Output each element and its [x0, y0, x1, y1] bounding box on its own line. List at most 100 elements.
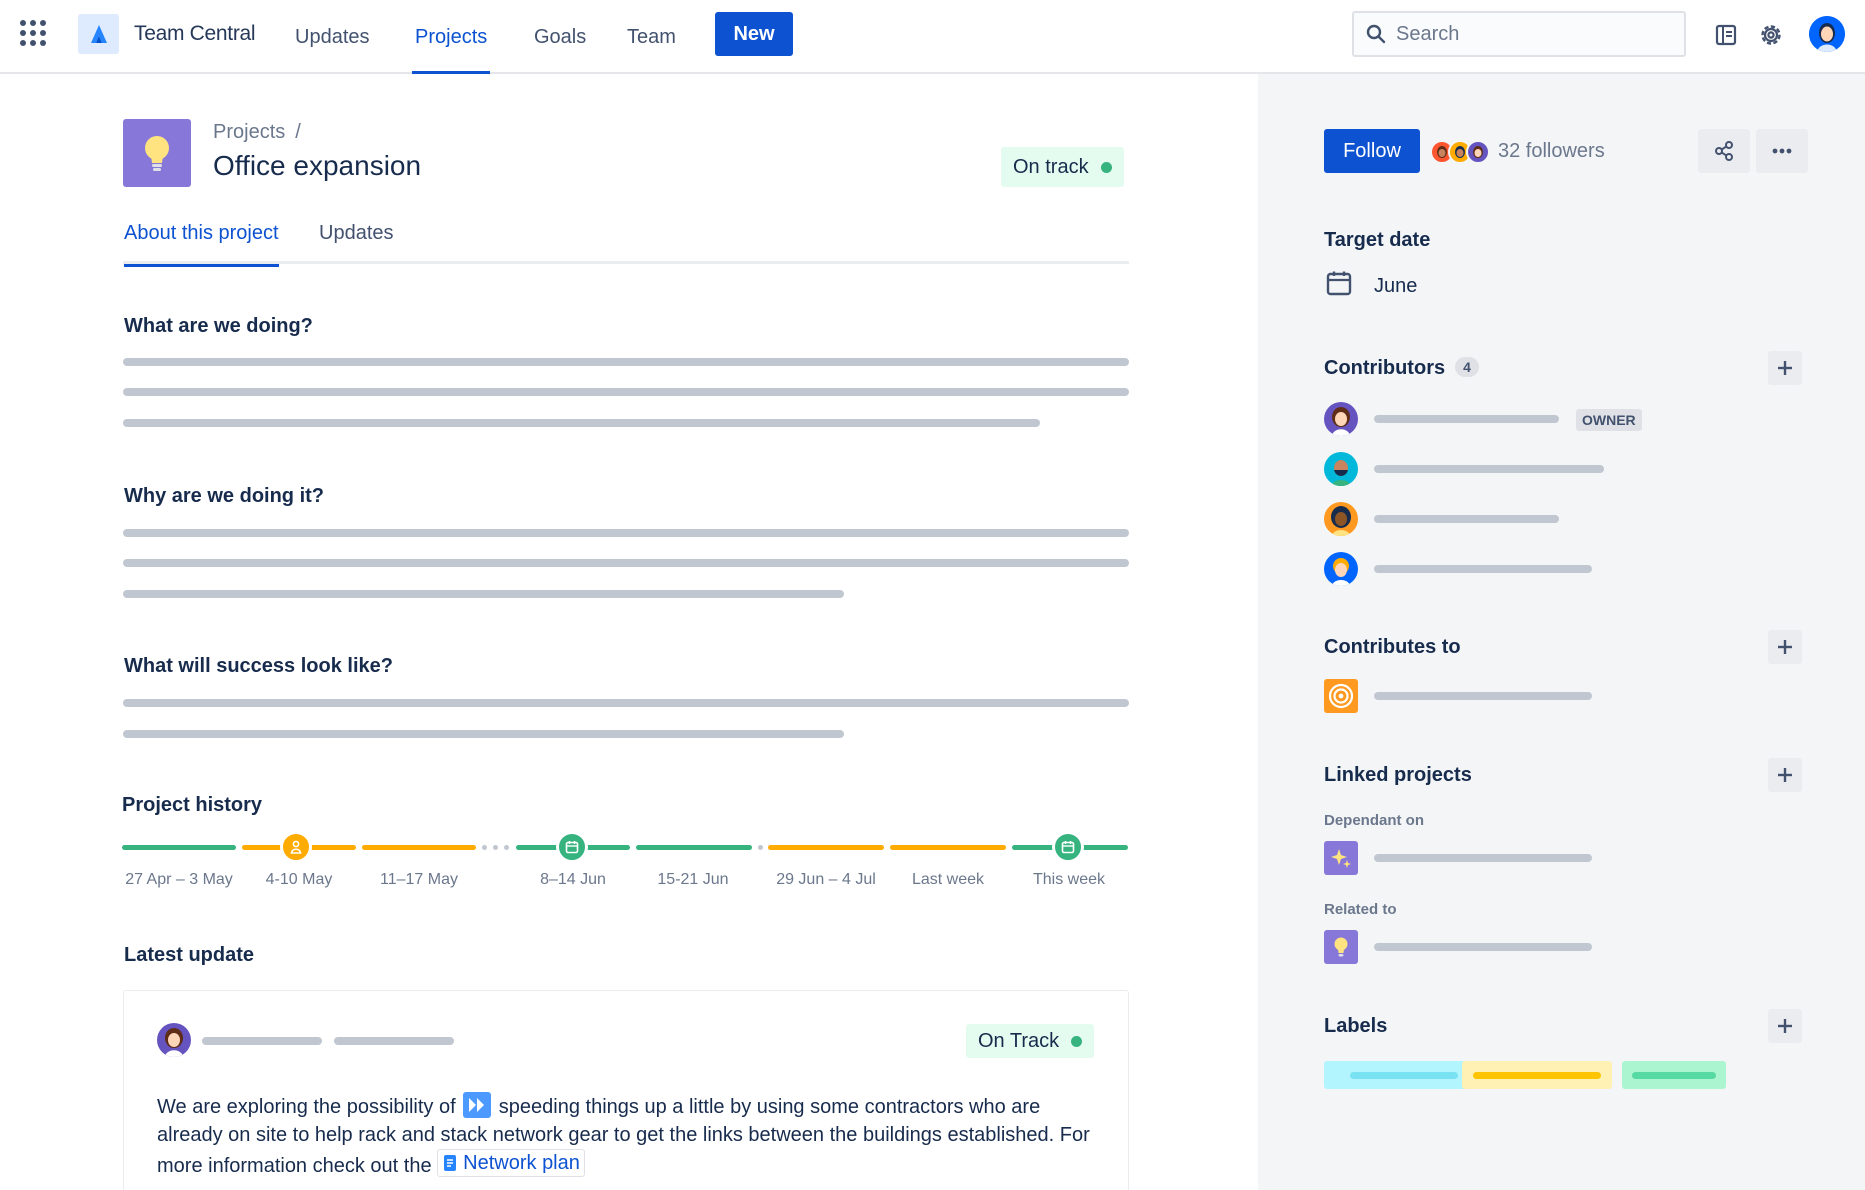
plus-icon — [1778, 361, 1792, 375]
search-icon — [1366, 24, 1386, 44]
contributors-title-text: Contributors — [1324, 357, 1446, 379]
share-icon — [1715, 141, 1733, 161]
breadcrumb: Projects / — [213, 121, 301, 144]
placeholder-project-name — [1374, 854, 1592, 862]
new-button[interactable]: New — [715, 12, 793, 56]
status-badge[interactable]: On track — [1001, 147, 1124, 187]
history-week-label: 11–17 May — [380, 871, 458, 888]
nav-goals[interactable]: Goals — [534, 0, 586, 74]
history-person-icon[interactable] — [280, 831, 312, 863]
placeholder-contributor-name — [1374, 415, 1559, 423]
labels-title: Labels — [1324, 1015, 1388, 1037]
section-title-success: What will success look like? — [124, 655, 393, 677]
target-date-value[interactable]: June — [1374, 275, 1417, 298]
placeholder-text-line — [123, 388, 1129, 396]
placeholder-goal-name — [1374, 692, 1592, 700]
add-linked-project-button[interactable] — [1768, 758, 1802, 792]
placeholder-text-line — [123, 529, 1129, 537]
product-name[interactable]: Team Central — [134, 22, 256, 46]
project-main-content: Projects / Office expansion On track Abou… — [0, 74, 1258, 1190]
plus-icon — [1778, 1019, 1792, 1033]
followers-count[interactable]: 32 followers — [1498, 140, 1605, 163]
placeholder-text-line — [123, 559, 1129, 567]
breadcrumb-projects-link[interactable]: Projects — [213, 121, 285, 143]
contributor-avatar[interactable] — [1324, 452, 1358, 486]
more-actions-button[interactable] — [1756, 129, 1808, 173]
goal-target-icon[interactable] — [1324, 679, 1358, 713]
sparkles-project-icon[interactable] — [1324, 841, 1358, 875]
latest-update-card: On Track We are exploring the possibilit… — [123, 990, 1129, 1190]
add-label-button[interactable] — [1768, 1009, 1802, 1043]
project-tabs: About this project Updates — [123, 222, 1129, 267]
status-dot — [1100, 161, 1112, 173]
label-chip[interactable] — [1622, 1061, 1726, 1089]
lightbulb-project-icon[interactable] — [1324, 930, 1358, 964]
history-gap-dot — [758, 845, 763, 850]
nav-team[interactable]: Team — [627, 0, 676, 74]
history-segment-yellow[interactable] — [768, 845, 884, 850]
status-label: On track — [1013, 155, 1089, 178]
update-status-badge: On Track — [966, 1024, 1095, 1058]
fast-forward-icon — [463, 1092, 492, 1118]
search-input[interactable] — [1396, 22, 1666, 46]
settings-gear-icon[interactable] — [1756, 20, 1786, 50]
document-icon — [444, 1155, 457, 1171]
contributor-avatar[interactable] — [1324, 502, 1358, 536]
nav-projects[interactable]: Projects — [411, 0, 491, 74]
status-dot — [1071, 1035, 1083, 1047]
follower-avatar — [1466, 140, 1490, 164]
linked-projects-title: Linked projects — [1324, 764, 1472, 786]
nav-updates[interactable]: Updates — [295, 0, 370, 74]
update-author-avatar[interactable] — [157, 1023, 191, 1057]
label-chip[interactable] — [1324, 1061, 1484, 1089]
history-calendar-icon[interactable] — [1052, 831, 1084, 863]
history-segment-green[interactable] — [636, 845, 752, 850]
app-switcher-icon[interactable] — [20, 20, 46, 46]
calendar-icon — [1326, 270, 1352, 301]
update-status-label: On Track — [978, 1029, 1060, 1052]
user-avatar[interactable] — [1809, 16, 1845, 52]
section-title-what: What are we doing? — [124, 315, 313, 337]
contributors-count-badge: 4 — [1455, 357, 1479, 377]
history-gap-dot — [493, 845, 498, 850]
placeholder-text-line — [123, 358, 1129, 366]
label-chip[interactable] — [1462, 1061, 1612, 1089]
top-navigation-bar: Team Central Updates Projects Goals Team… — [0, 0, 1865, 74]
page-title: Office expansion — [213, 150, 422, 181]
contributor-avatar[interactable] — [1324, 402, 1358, 436]
tab-updates[interactable]: Updates — [319, 222, 394, 264]
placeholder-contributor-name — [1374, 515, 1559, 523]
network-plan-link-label: Network plan — [463, 1152, 580, 1174]
add-goal-button[interactable] — [1768, 630, 1802, 664]
update-body-text: We are exploring the possibility of spee… — [157, 1092, 1097, 1180]
history-segment-yellow[interactable] — [362, 845, 476, 850]
follow-button[interactable]: Follow — [1324, 129, 1420, 173]
project-history-title: Project history — [122, 794, 263, 816]
dependant-on-label: Dependant on — [1324, 812, 1424, 829]
team-central-logo[interactable] — [78, 14, 119, 54]
placeholder-text-line — [123, 590, 844, 598]
project-lightbulb-icon — [123, 119, 191, 187]
related-to-label: Related to — [1324, 901, 1397, 918]
section-title-why: Why are we doing it? — [124, 485, 325, 507]
placeholder-text-line — [123, 699, 1129, 707]
target-date-title: Target date — [1324, 229, 1431, 251]
add-contributor-button[interactable] — [1768, 351, 1802, 385]
history-calendar-icon[interactable] — [556, 831, 588, 863]
network-plan-link[interactable]: Network plan — [437, 1149, 585, 1177]
tab-about-this-project[interactable]: About this project — [124, 222, 279, 267]
placeholder-author-name — [202, 1037, 322, 1045]
placeholder-project-name — [1374, 943, 1592, 951]
history-segment-yellow[interactable] — [890, 845, 1006, 850]
share-button[interactable] — [1698, 129, 1750, 173]
placeholder-timestamp — [334, 1037, 454, 1045]
notes-icon[interactable] — [1711, 20, 1741, 50]
history-gap-dot — [482, 845, 487, 850]
contributor-avatar[interactable] — [1324, 552, 1358, 586]
follower-avatars[interactable] — [1430, 140, 1494, 164]
search-box[interactable] — [1352, 11, 1686, 57]
history-segment-green[interactable] — [122, 845, 236, 850]
latest-update-title: Latest update — [124, 944, 255, 966]
more-icon — [1772, 148, 1792, 154]
placeholder-text-line — [123, 730, 844, 738]
